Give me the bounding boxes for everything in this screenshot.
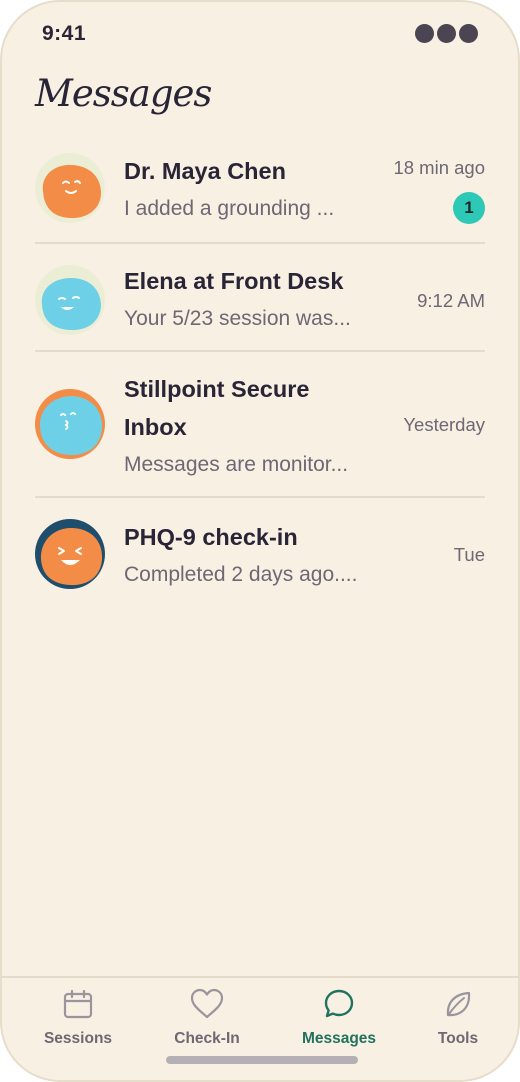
tab-label: Tools [437, 1030, 479, 1047]
calendar-icon [18, 986, 138, 1022]
conversation-name: Stillpoint Secure Inbox [124, 376, 310, 440]
status-bar: 9:41 [2, 2, 518, 66]
conversation-preview: Your 5/23 session was... [124, 307, 351, 330]
conversation-row-phq9-checkin[interactable]: PHQ-9 check-in Completed 2 days ago.... … [35, 498, 485, 606]
conversation-time: Yesterday [403, 414, 485, 435]
leaf-icon [398, 986, 518, 1022]
page-title: Messages [35, 72, 212, 115]
conversation-row-dr-maya-chen[interactable]: Dr. Maya Chen I added a grounding ... 18… [35, 132, 485, 244]
conversation-name: Elena at Front Desk [124, 268, 344, 294]
conversation-name: PHQ-9 check-in [124, 524, 298, 550]
tab-check-in[interactable]: Check-In [147, 986, 267, 1048]
tab-sessions[interactable]: Sessions [18, 986, 138, 1048]
home-indicator[interactable] [166, 1056, 358, 1064]
conversation-preview: I added a grounding ... [124, 197, 335, 220]
conversation-preview: Completed 2 days ago.... [124, 563, 358, 586]
conversation-list: Dr. Maya Chen I added a grounding ... 18… [35, 132, 485, 606]
conversation-time: Tue [453, 544, 485, 565]
conversation-row-elena-front-desk[interactable]: Elena at Front Desk Your 5/23 session wa… [35, 244, 485, 352]
conversation-time: 9:12 AM [417, 290, 485, 311]
tab-messages[interactable]: Messages [279, 986, 399, 1048]
chat-bubble-icon [279, 986, 399, 1022]
tab-label: Messages [301, 1030, 377, 1047]
conversation-time: 18 min ago [393, 157, 485, 178]
tab-label: Sessions [43, 1030, 113, 1047]
phone-screen: 9:41 Messages Dr. Maya Chen I added a gr… [0, 0, 520, 1082]
status-time: 9:41 [42, 22, 87, 45]
avatar-navy-orange-icon [35, 519, 105, 589]
tab-bar: Sessions Check-In Messages Tools [2, 976, 518, 1080]
unread-badge: 1 [453, 192, 485, 224]
tab-tools[interactable]: Tools [398, 986, 518, 1048]
status-indicators-icon [415, 24, 478, 43]
conversation-name: Dr. Maya Chen [124, 158, 286, 184]
avatar-blue-icon [35, 265, 105, 335]
avatar-orange-icon [35, 153, 105, 223]
conversation-row-stillpoint-inbox[interactable]: Stillpoint Secure Inbox Messages are mon… [35, 352, 485, 498]
conversation-preview: Messages are monitor... [124, 453, 349, 476]
avatar-blue-orange-icon [35, 389, 105, 459]
heart-icon [147, 986, 267, 1022]
tab-label: Check-In [174, 1030, 240, 1047]
